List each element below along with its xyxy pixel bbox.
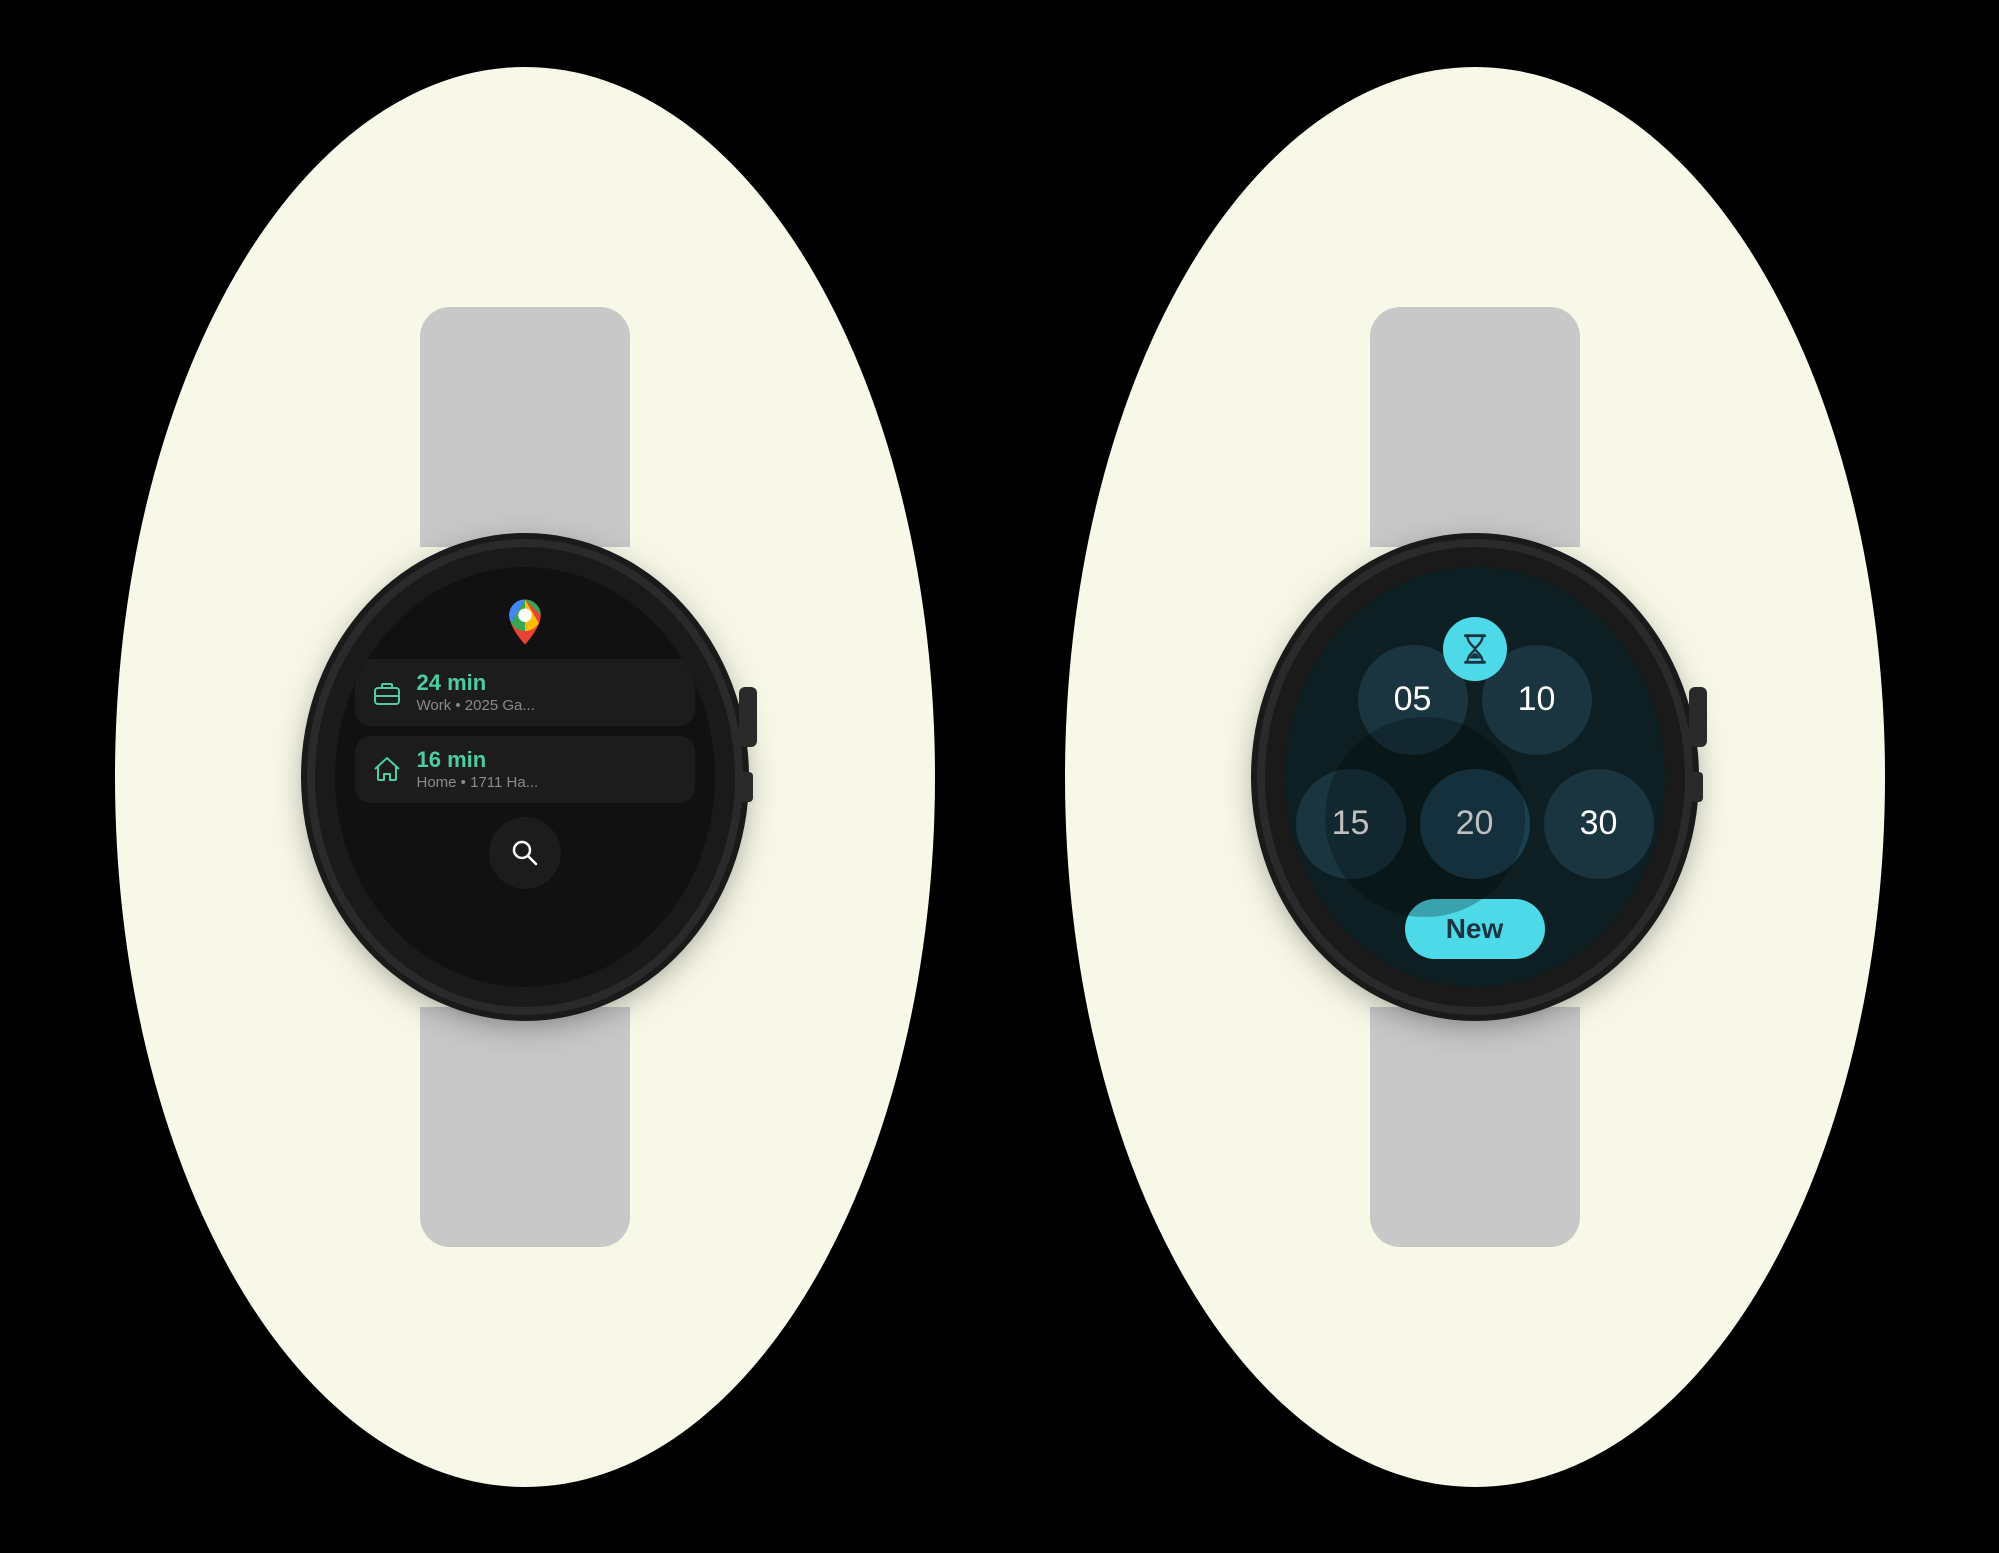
right-band-top: [1370, 307, 1580, 547]
left-watch-wrapper: 24 min Work • 2025 Ga...: [50, 0, 1000, 1553]
left-watch-body: 24 min Work • 2025 Ga...: [315, 307, 735, 1247]
left-band-bottom: [420, 1007, 630, 1247]
right-watch-body: 05 10 15: [1265, 307, 1685, 1247]
left-watch-screen: 24 min Work • 2025 Ga...: [335, 567, 715, 987]
right-band-bottom: [1370, 1007, 1580, 1247]
work-info: 24 min Work • 2025 Ga...: [417, 671, 535, 714]
right-crown: [1689, 687, 1707, 747]
timer-options-grid: 05 10 15: [1296, 645, 1654, 959]
timer-screen: 05 10 15: [1285, 567, 1665, 987]
maps-logo-icon: [498, 595, 552, 649]
left-watch-case: 24 min Work • 2025 Ga...: [315, 547, 735, 1007]
timer-option-30[interactable]: 30: [1544, 769, 1654, 879]
work-time: 24 min: [417, 671, 535, 695]
search-button[interactable]: [489, 817, 561, 889]
maps-screen: 24 min Work • 2025 Ga...: [335, 567, 715, 987]
left-crown-small: [739, 772, 753, 802]
timer-option-20[interactable]: 20: [1420, 769, 1530, 879]
scene: 24 min Work • 2025 Ga...: [0, 0, 1999, 1553]
right-crown-small: [1689, 772, 1703, 802]
home-icon: [369, 751, 405, 787]
hourglass-icon-button[interactable]: [1443, 617, 1507, 681]
home-info: 16 min Home • 1711 Ha...: [417, 748, 539, 791]
home-destination: Home • 1711 Ha...: [417, 774, 539, 791]
timer-option-15[interactable]: 15: [1296, 769, 1406, 879]
work-destination: Work • 2025 Ga...: [417, 697, 535, 714]
right-watch-screen: 05 10 15: [1285, 567, 1665, 987]
new-timer-button[interactable]: New: [1405, 899, 1545, 959]
work-destination-item[interactable]: 24 min Work • 2025 Ga...: [355, 659, 695, 726]
right-watch-case: 05 10 15: [1265, 547, 1685, 1007]
home-destination-item[interactable]: 16 min Home • 1711 Ha...: [355, 736, 695, 803]
home-time: 16 min: [417, 748, 539, 772]
timer-row-2: 15 20 30: [1296, 769, 1654, 879]
left-band-top: [420, 307, 630, 547]
briefcase-icon: [369, 674, 405, 710]
right-watch-wrapper: 05 10 15: [1000, 0, 1950, 1553]
left-crown: [739, 687, 757, 747]
